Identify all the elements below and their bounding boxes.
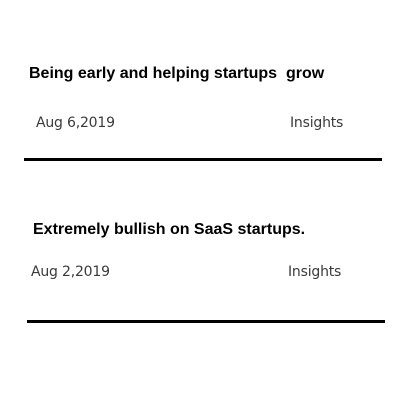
post-category-link[interactable]: Insights — [290, 115, 343, 131]
post-date: Aug 6,2019 — [36, 115, 115, 131]
post-title-link[interactable]: Extremely bullish on SaaS startups. — [33, 221, 305, 239]
post-card: Extremely bullish on SaaS startups. Aug … — [0, 160, 400, 340]
post-date: Aug 2,2019 — [31, 264, 110, 280]
post-category-link[interactable]: Insights — [288, 264, 341, 280]
post-card: Being early and helping startups grow Au… — [0, 0, 400, 180]
post-title-link[interactable]: Being early and helping startups grow — [29, 65, 324, 83]
post-divider — [27, 320, 385, 323]
